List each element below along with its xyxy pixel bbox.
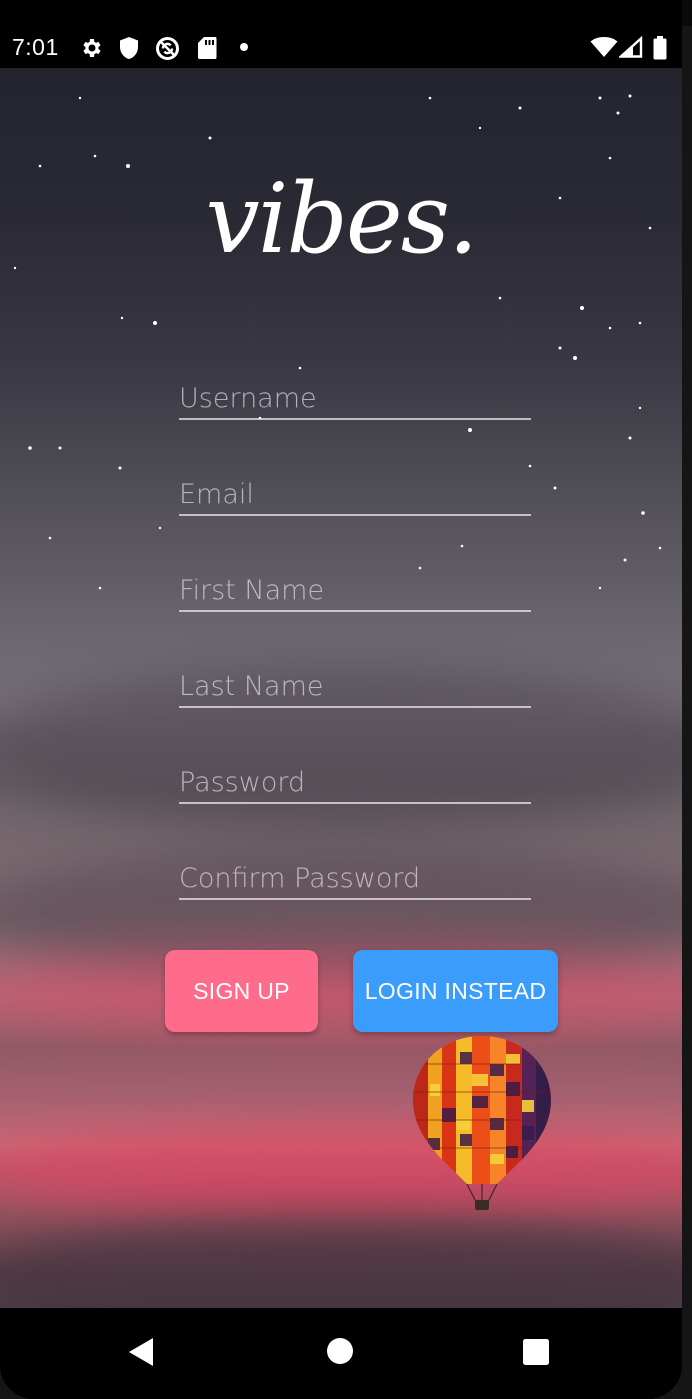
gear-icon bbox=[83, 39, 101, 57]
navigation-bar bbox=[0, 1308, 682, 1399]
hot-air-balloon-image bbox=[413, 1036, 551, 1210]
app-logo: vibes. bbox=[205, 163, 479, 275]
recents-icon[interactable] bbox=[522, 1338, 550, 1366]
confirm-password-input[interactable] bbox=[179, 858, 531, 898]
sign-up-button[interactable]: SIGN UP bbox=[165, 950, 318, 1032]
password-field[interactable] bbox=[179, 762, 531, 804]
device-frame: 7:01 vibes. Username Email First Name La… bbox=[0, 0, 682, 1399]
no-sync-icon bbox=[156, 37, 179, 60]
stars-decoration bbox=[13, 94, 662, 590]
wifi-icon bbox=[590, 37, 618, 57]
background-sky: vibes. SIGN UP LOGIN INSTEAD bbox=[0, 68, 682, 1308]
cloud-layer bbox=[0, 948, 682, 1038]
back-icon[interactable] bbox=[127, 1336, 155, 1368]
email-input[interactable] bbox=[179, 474, 531, 514]
email-field[interactable] bbox=[179, 474, 531, 516]
home-icon[interactable] bbox=[326, 1337, 354, 1365]
cloud-layer bbox=[0, 1218, 682, 1308]
battery-icon bbox=[653, 36, 667, 60]
status-bar: 7:01 bbox=[0, 26, 682, 68]
status-time: 7:01 bbox=[12, 34, 59, 60]
signal-icon bbox=[619, 36, 643, 58]
last-name-field[interactable] bbox=[179, 666, 531, 708]
shield-icon bbox=[120, 37, 138, 59]
confirm-password-field[interactable] bbox=[179, 858, 531, 900]
last-name-input[interactable] bbox=[179, 666, 531, 706]
login-instead-button[interactable]: LOGIN INSTEAD bbox=[353, 950, 558, 1032]
cloud-layer bbox=[0, 1128, 682, 1218]
first-name-input[interactable] bbox=[179, 570, 531, 610]
first-name-field[interactable] bbox=[179, 570, 531, 612]
username-field[interactable] bbox=[179, 378, 531, 420]
sd-card-icon bbox=[198, 37, 217, 59]
password-input[interactable] bbox=[179, 762, 531, 802]
dot-icon bbox=[240, 43, 248, 51]
username-input[interactable] bbox=[179, 378, 531, 418]
